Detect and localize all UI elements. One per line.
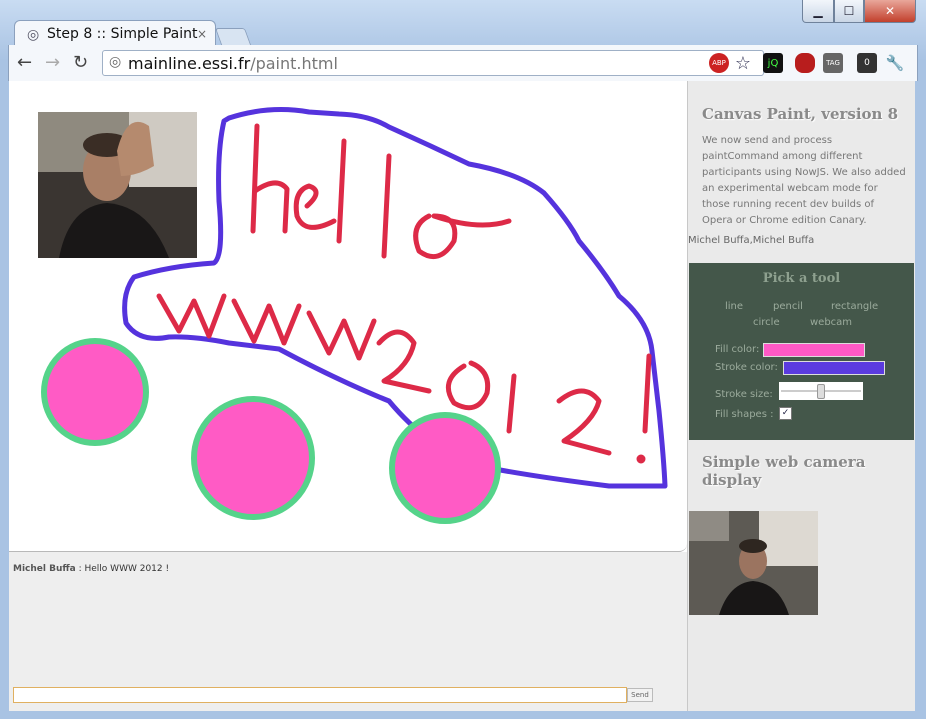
tool-webcam[interactable]: webcam <box>810 317 852 328</box>
page-title: Canvas Paint, version 8 <box>702 105 899 123</box>
stroke-color-picker[interactable] <box>783 361 885 375</box>
canvas-drawing <box>38 107 668 524</box>
red-ext-icon[interactable] <box>795 53 815 73</box>
minimize-button[interactable]: ▁ <box>802 0 834 23</box>
tag-ext-icon[interactable]: TAG <box>823 53 843 73</box>
fill-shapes-label: Fill shapes : <box>715 409 774 420</box>
fill-color-label: Fill color: <box>715 344 760 355</box>
bookmark-star-icon[interactable]: ☆ <box>733 53 753 74</box>
chat-input[interactable] <box>13 687 627 703</box>
tool-rectangle[interactable]: rectangle <box>831 301 878 312</box>
stroke-color-label: Stroke color: <box>715 362 778 373</box>
globe-icon: ◎ <box>27 27 40 43</box>
address-bar[interactable]: ◎ mainline.essi.fr/paint.html <box>102 50 764 76</box>
right-sidebar: Canvas Paint, version 8 We now send and … <box>687 81 915 711</box>
window-controls: ▁ ☐ ✕ <box>802 0 916 23</box>
tool-panel: Pick a tool line pencil rectangle circle… <box>689 263 914 440</box>
participants-list: Michel Buffa,Michel Buffa <box>688 235 815 246</box>
maximize-button[interactable]: ☐ <box>834 0 864 23</box>
adblock-icon[interactable]: ABP <box>709 53 729 73</box>
chat-panel: Michel Buffa : Hello WWW 2012 ! Send <box>9 552 687 711</box>
tab-close-icon[interactable]: × <box>197 27 207 41</box>
jquery-ext-icon[interactable]: jQ <box>763 53 783 73</box>
tool-circle[interactable]: circle <box>753 317 780 328</box>
browser-window: ▁ ☐ ✕ ◎ Step 8 :: Simple Paint × ← → ↻ ◎… <box>0 0 926 719</box>
wheel-left <box>41 338 149 446</box>
page-description: We now send and process paintCommand amo… <box>702 135 906 226</box>
wheel-middle <box>191 396 315 520</box>
chat-author: Michel Buffa <box>13 564 76 574</box>
chat-text: : Hello WWW 2012 ! <box>75 564 170 574</box>
paint-canvas[interactable] <box>9 81 687 552</box>
counter-ext-icon[interactable]: 0 <box>857 53 877 73</box>
new-tab-button[interactable] <box>214 28 252 45</box>
fill-shapes-checkbox[interactable]: ✓ <box>779 407 792 420</box>
url-path: /paint.html <box>250 54 338 73</box>
wheel-right <box>389 412 501 524</box>
stroke-size-label: Stroke size: <box>715 389 773 400</box>
send-button[interactable]: Send <box>627 688 653 702</box>
stroke-size-slider[interactable] <box>779 382 863 400</box>
url-text: mainline.essi.fr/paint.html <box>128 54 338 73</box>
chat-message: Michel Buffa : Hello WWW 2012 ! <box>13 564 169 574</box>
slider-thumb[interactable] <box>817 384 825 399</box>
tool-pencil[interactable]: pencil <box>773 301 803 312</box>
webcam-video <box>689 511 818 615</box>
window-bottom-frame <box>0 711 926 719</box>
fill-color-picker[interactable] <box>763 343 865 357</box>
tool-line[interactable]: line <box>725 301 743 312</box>
back-icon[interactable]: ← <box>17 52 32 73</box>
page-info-icon: ◎ <box>109 54 122 70</box>
url-host: mainline.essi.fr <box>128 54 251 73</box>
webcam-snapshot <box>38 112 197 258</box>
tool-panel-title: Pick a tool <box>762 271 841 286</box>
hello-writing <box>250 123 512 260</box>
wrench-icon[interactable]: 🔧 <box>885 53 905 73</box>
tab-simple-paint[interactable]: ◎ Step 8 :: Simple Paint × <box>14 20 216 47</box>
reload-icon[interactable]: ↻ <box>73 52 88 73</box>
forward-icon[interactable]: → <box>45 52 60 73</box>
camera-section-title: Simple web camera display <box>702 453 866 489</box>
left-column: Michel Buffa : Hello WWW 2012 ! Send <box>9 81 687 711</box>
browser-toolbar: ← → ↻ ◎ mainline.essi.fr/paint.html ABP … <box>8 45 918 81</box>
close-window-button[interactable]: ✕ <box>864 0 916 23</box>
car-wheels <box>41 338 501 524</box>
page-viewport: Michel Buffa : Hello WWW 2012 ! Send Can… <box>9 81 915 711</box>
tab-title: Step 8 :: Simple Paint <box>47 26 198 42</box>
